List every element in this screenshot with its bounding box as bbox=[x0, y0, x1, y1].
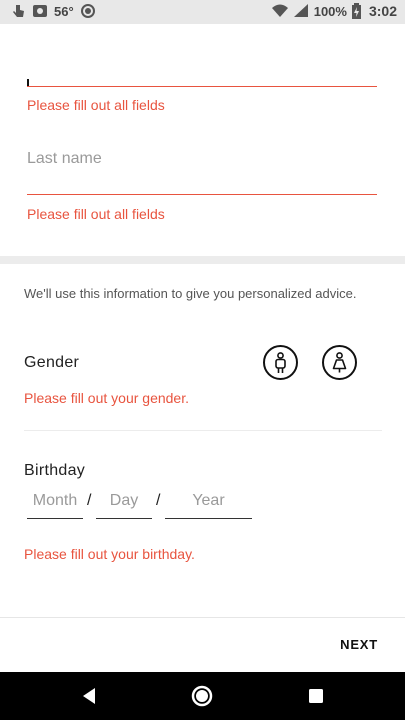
circle-icon bbox=[80, 3, 96, 19]
photo-icon bbox=[32, 3, 48, 19]
date-separator: / bbox=[87, 492, 92, 509]
home-icon[interactable] bbox=[190, 684, 214, 708]
female-icon bbox=[332, 352, 347, 373]
divider bbox=[24, 430, 382, 431]
month-placeholder: Month bbox=[32, 492, 78, 509]
signal-icon bbox=[293, 3, 309, 19]
status-bar: 56° 100% 3:02 bbox=[0, 0, 405, 24]
next-button[interactable]: NEXT bbox=[340, 637, 378, 652]
last-name-error: Please fill out all fields bbox=[27, 206, 165, 222]
day-placeholder: Day bbox=[109, 492, 139, 509]
birthday-label: Birthday bbox=[24, 462, 86, 479]
gender-label: Gender bbox=[24, 354, 80, 371]
first-name-input[interactable] bbox=[27, 58, 377, 88]
birthday-year-input[interactable]: Year bbox=[165, 489, 252, 519]
footer-divider bbox=[0, 617, 405, 618]
battery-percent: 100% bbox=[313, 3, 347, 19]
touch-icon bbox=[10, 3, 26, 19]
section-separator bbox=[0, 256, 405, 264]
clock: 3:02 bbox=[368, 3, 397, 19]
first-name-error: Please fill out all fields bbox=[27, 97, 165, 113]
male-icon bbox=[275, 352, 286, 373]
birthday-day-input[interactable]: Day bbox=[96, 489, 152, 519]
gender-error: Please fill out your gender. bbox=[24, 390, 189, 406]
back-icon[interactable] bbox=[77, 684, 101, 708]
battery-icon bbox=[351, 3, 361, 19]
first-name-underline bbox=[27, 86, 377, 87]
male-button[interactable] bbox=[263, 345, 298, 380]
temperature: 56° bbox=[54, 3, 74, 19]
last-name-input[interactable]: Last name bbox=[27, 145, 377, 195]
female-button[interactable] bbox=[322, 345, 357, 380]
navigation-bar bbox=[0, 672, 405, 720]
last-name-underline bbox=[27, 194, 377, 195]
date-separator: / bbox=[156, 492, 161, 509]
recents-icon[interactable] bbox=[304, 684, 328, 708]
birthday-error: Please fill out your birthday. bbox=[24, 546, 195, 562]
wifi-icon bbox=[271, 3, 288, 19]
year-placeholder: Year bbox=[192, 492, 225, 509]
last-name-placeholder: Last name bbox=[27, 150, 102, 167]
birthday-month-input[interactable]: Month bbox=[27, 489, 83, 519]
info-text: We'll use this information to give you p… bbox=[24, 286, 357, 301]
